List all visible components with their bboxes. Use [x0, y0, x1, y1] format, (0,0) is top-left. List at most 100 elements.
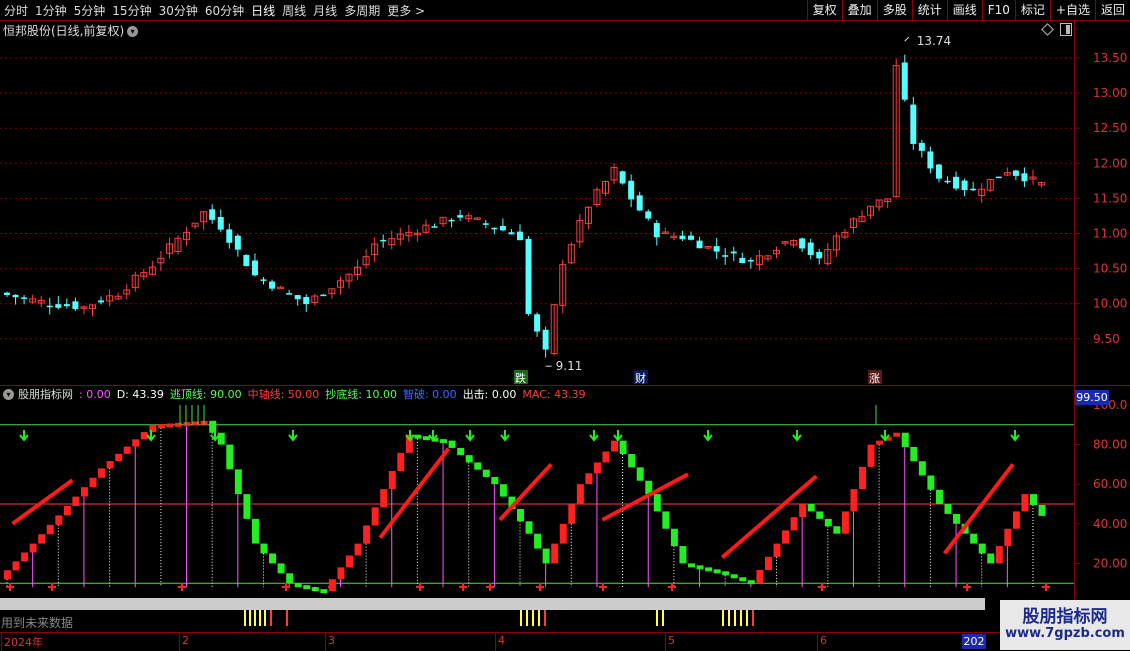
date-tick [1, 633, 2, 651]
candle-body [508, 232, 515, 235]
oscillator-bar [320, 589, 328, 594]
oscillator-bar [893, 432, 901, 437]
oscillator-bar [234, 469, 242, 495]
trend-line [942, 463, 1015, 555]
oscillator-bar [183, 422, 191, 427]
oscillator-bar [132, 439, 140, 447]
oscillator-bar [303, 585, 311, 590]
candle-body [234, 235, 241, 250]
candle-body [534, 314, 541, 332]
oscillator-bar [918, 461, 926, 476]
candle-body [935, 164, 942, 179]
oscillator-bar [260, 543, 268, 554]
candle-body [636, 195, 643, 211]
price-chart[interactable]: 13.50 13.00 12.50 12.00 11.50 11.00 10.50 10.00… [0, 0, 1130, 650]
sell-arrow-icon [589, 430, 599, 442]
candle-body [747, 260, 754, 262]
oscillator-bar [29, 543, 37, 553]
low-price-label: 9.11 [556, 359, 583, 373]
indicator-item-6: 出击: 0.00 [462, 388, 517, 401]
oscillator-bar [388, 471, 396, 490]
sell-arrow-icon [288, 430, 298, 442]
oscillator-bar [72, 496, 80, 506]
trend-line [378, 447, 451, 539]
oscillator-bar [901, 432, 909, 447]
buy-marker-icon [178, 583, 186, 591]
oscillator-bar [953, 513, 961, 524]
candle-body [807, 242, 814, 255]
date-tick [665, 633, 666, 651]
oscillator-bar [243, 494, 251, 519]
candle-body [63, 304, 70, 307]
date-axis: 202 2024年 2 3 4 5 6 [0, 632, 1130, 651]
indicator-item-3: 中轴线: 50.00 [247, 388, 320, 401]
date-tick [817, 633, 818, 651]
oscillator-bar [286, 573, 294, 584]
oscillator-bar [593, 462, 601, 474]
buy-marker-icon [459, 583, 467, 591]
ind-axis-label: 20.00 [1093, 556, 1127, 570]
buy-marker-icon [818, 583, 826, 591]
future-marker [286, 610, 288, 626]
buy-marker-icon [416, 583, 424, 591]
oscillator-bar [1030, 494, 1037, 505]
oscillator-bar [337, 567, 345, 580]
candle-body [209, 209, 216, 220]
oscillator-bar [277, 563, 285, 574]
price-axis-label: 13.00 [1093, 86, 1127, 100]
oscillator-bar [157, 424, 165, 429]
oscillator-bar [773, 543, 781, 557]
candle-body [970, 188, 977, 191]
date-tick [325, 633, 326, 651]
candle-body [491, 227, 498, 230]
oscillator-bar [927, 475, 935, 490]
candle-body [901, 62, 908, 100]
price-axis-label: 9.50 [1093, 332, 1120, 346]
sell-arrow-icon [465, 430, 475, 442]
candle-body [953, 176, 960, 189]
buy-marker-icon [599, 583, 607, 591]
future-marker [746, 610, 748, 626]
oscillator-bar [251, 518, 259, 544]
candle-body [517, 231, 523, 241]
sell-arrow-icon [703, 430, 713, 442]
oscillator-bar [38, 534, 46, 544]
date-label: 2024年 [4, 636, 43, 649]
candle-body [251, 260, 258, 276]
candle-body [46, 305, 53, 308]
sell-arrow-icon [1010, 430, 1020, 442]
future-marker [538, 610, 540, 626]
candle-body [217, 216, 224, 230]
indicator-item-0: : 0.00 [79, 387, 111, 401]
oscillator-bar [294, 583, 302, 588]
candle-body [816, 251, 823, 259]
oscillator-bar [542, 548, 550, 564]
candle-body [679, 235, 686, 240]
oscillator-bar [978, 543, 986, 554]
date-label: 4 [498, 634, 505, 647]
candle-body [294, 295, 301, 300]
sell-arrow-icon [19, 430, 29, 442]
price-axis-label: 11.50 [1093, 191, 1127, 205]
chevron-down-icon[interactable]: ▾ [3, 388, 14, 400]
candle-body [269, 281, 276, 289]
watermark-url: www.7gpzb.com [1005, 626, 1125, 641]
axis-divider [1074, 20, 1075, 632]
oscillator-bar [80, 487, 88, 497]
oscillator-bar [517, 508, 524, 522]
future-data-note: 用到未来数据 [1, 616, 74, 630]
oscillator-bar [380, 489, 388, 508]
oscillator-bar [995, 546, 1003, 564]
oscillator-bar [371, 507, 379, 526]
oscillator-bar [525, 521, 533, 534]
oscillator-bar [98, 468, 106, 478]
indicator-item-4: 抄底线: 10.00 [325, 388, 397, 401]
future-marker [520, 610, 522, 626]
oscillator-bar [551, 543, 559, 564]
oscillator-bar [115, 453, 123, 462]
trend-line [11, 478, 74, 526]
candle-body [653, 223, 660, 238]
oscillator-bar [482, 469, 490, 477]
indicator-item-5: 智破: 0.00 [402, 388, 457, 401]
oscillator-bar [602, 451, 610, 463]
